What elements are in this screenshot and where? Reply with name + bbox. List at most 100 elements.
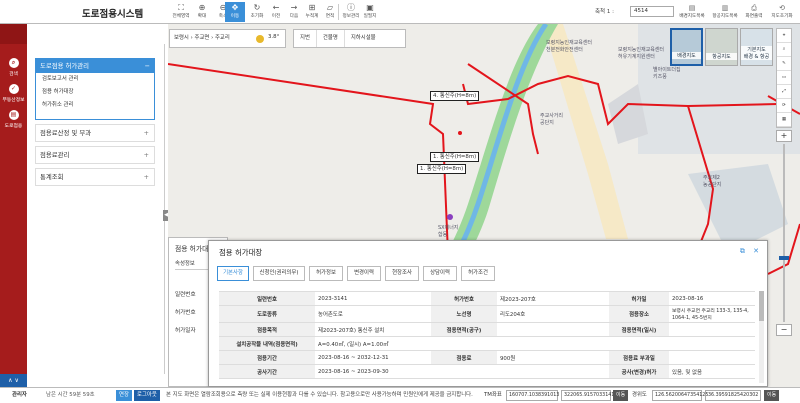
tm-move-button[interactable]: 이동 [613, 390, 629, 401]
rectangle-icon[interactable]: ▭ [777, 71, 791, 85]
map-reset-button[interactable]: ⟲ 지도초기화 [768, 3, 796, 21]
map-reset-icon: ⟲ [779, 4, 785, 12]
next-button[interactable]: → 다음 [284, 2, 304, 22]
app-title: 도로점용시스템 [82, 9, 144, 20]
tm-coordinate-label: TM좌표 [484, 392, 502, 398]
menu-section-fee-management[interactable]: 점용료관리 + [35, 146, 155, 164]
status-bar: 관리자 남은 시간 59분 59초 연장 로그아웃 본 지도 화면은 열람조회용… [0, 387, 800, 403]
aerial-map-list-button[interactable]: ▥ 항공지도목록 [710, 3, 740, 21]
table-row: 일련번호 2023-3141 허가번호 제2023-207호 허가일 2023-08-… [219, 291, 755, 306]
longitude-field[interactable]: 126.56200647354125 [652, 390, 708, 401]
rail-property-info[interactable]: ✓ 부동산정보 [0, 84, 27, 103]
parcel-button[interactable]: ▣ 일필지 [360, 2, 380, 22]
info-button[interactable]: ⓘ 정보관리 [341, 2, 361, 22]
tm-y-field[interactable]: 322065.9157033141 [561, 390, 614, 401]
menu-item-permit-cancel[interactable]: 허가취소 관리 [36, 99, 154, 112]
layer-tab-building[interactable]: 건물명 [317, 30, 345, 47]
full-extent-button[interactable]: ⛶ 전체영역 [171, 2, 191, 22]
search-icon: ⌕ [8, 58, 19, 68]
base-map-list-button[interactable]: ▤ 배경지도목록 [677, 3, 707, 21]
pan-button[interactable]: ✥ 이동 [225, 2, 245, 22]
tab-site-survey[interactable]: 현장조사 [385, 266, 419, 281]
prev-button[interactable]: ← 이전 [266, 2, 286, 22]
table-row: 설치공작물 내역(점용면적) A=0.40㎡, (일시) A=1.00㎡ [219, 336, 755, 351]
print-button[interactable]: ⎙ 화면출력 [743, 3, 765, 21]
permit-ledger-dialog: 점용 허가대장 ⧉ ✕ 기본사항 신청인(권리의무) 허가정보 변경이력 현장조… [208, 240, 768, 387]
menu-item-review-report[interactable]: 검토보고서 관리 [36, 73, 154, 86]
table-row: 도로종류 농어촌도로 노선명 리도204호 점용장소 보령시 주교면 주교리 133-… [219, 305, 755, 323]
tab-permit-info[interactable]: 허가정보 [309, 266, 343, 281]
reset-button[interactable]: ↻ 초기화 [247, 2, 267, 22]
expand-icon[interactable]: ⤢ [777, 85, 791, 99]
utility-pole-tag[interactable]: 1. 통신주(H=8m) [417, 164, 467, 174]
dialog-scrollbar[interactable] [759, 291, 764, 383]
side-menu: 도로점용 허가관리 − 검토보고서 관리 점용 허가대장 허가취소 관리 점용료산… [27, 44, 165, 374]
rail-header [0, 24, 27, 44]
map-poi-label: SX에너지 합동 [438, 225, 459, 238]
rail-scroll-arrows[interactable]: ∧ ∨ [0, 374, 27, 387]
latitude-field[interactable]: 36.39591825420302 [705, 390, 761, 401]
map-poi-label: 주교사거리 공단지 [540, 113, 564, 126]
menu-section-statistics[interactable]: 통계조회 + [35, 168, 155, 186]
utility-pole-tag[interactable]: 4. 통신주(H=8m) [430, 91, 480, 101]
map-poi-label: 보령지능인재교육센터 허유기계지원센터 [618, 47, 665, 60]
refresh-icon[interactable]: ⟳ [777, 99, 791, 113]
map-type-hybrid[interactable]: 기본지도 배경 & 항공 [740, 28, 773, 66]
logout-button[interactable]: 로그아웃 [134, 390, 160, 401]
pan-icon: ✥ [231, 3, 239, 12]
map-poi-label: 보령지능인재교육센터 천분전화안전센터 [546, 40, 593, 53]
zoom-slider-handle[interactable] [779, 256, 789, 260]
map-right-tools: ⌖ ⌕ ✎ ▭ ⤢ ⟳ ▦ [776, 28, 792, 128]
utility-pole-tag[interactable]: 1. 통신주(H=8m) [430, 152, 480, 162]
zoom-track[interactable] [783, 144, 785, 322]
top-bar: 도로점용시스템 ⛶ 전체영역 ⊕ 확대 ⊖ 축소 ✥ 이동 ↻ 초기화 ← 이전 → 다음 ⊞… [0, 0, 800, 24]
menu-section-header[interactable]: 도로점용 허가관리 − [36, 59, 154, 73]
zoom-minus-button[interactable]: − [776, 324, 792, 336]
close-icon[interactable]: ✕ [753, 247, 759, 255]
tab-permit-conditions[interactable]: 허가조건 [461, 266, 495, 281]
full-extent-icon: ⛶ [178, 3, 184, 12]
tm-x-field[interactable]: 160707.1038391013 [506, 390, 559, 401]
reset-icon: ↻ [253, 3, 261, 12]
expand-icon: + [143, 173, 149, 181]
layer-tab-underground[interactable]: 지하시설물 [345, 30, 382, 47]
menu-section-fee-calc[interactable]: 점용료산정 및 부과 + [35, 124, 155, 142]
ruler-icon: ⊞ [308, 3, 316, 12]
document-icon: ▤ [8, 110, 19, 120]
tab-applicant[interactable]: 신청인(권리의무) [253, 266, 305, 281]
scrollbar-thumb[interactable] [759, 291, 764, 321]
zoom-in-button[interactable]: ⊕ 확대 [192, 2, 212, 22]
menu-item-permit-ledger[interactable]: 점용 허가대장 [36, 86, 154, 99]
rail-search[interactable]: ⌕ 검색 [0, 58, 27, 77]
tab-basic[interactable]: 기본사항 [217, 266, 249, 281]
draw-icon[interactable]: ✎ [777, 57, 791, 71]
permit-detail-table: 일련번호 2023-3141 허가번호 제2023-207호 허가일 2023-08-… [219, 291, 755, 379]
locate-icon[interactable]: ⌖ [777, 29, 791, 43]
table-row: 점용기간 2023-08-16 ~ 2032-12-31 점용료 900원 점용료 … [219, 350, 755, 365]
map-type-aerial[interactable]: 항공지도 [705, 28, 738, 66]
user-role: 관리자 [12, 392, 27, 398]
map-type-switcher: 배경지도 항공지도 기본지도 배경 & 항공 [670, 28, 776, 68]
tab-change-history[interactable]: 변경이력 [347, 266, 381, 281]
scale-input[interactable]: 4514 [630, 6, 674, 17]
scale-label: 축척 1 : [595, 9, 614, 15]
zoom-control: + − [776, 130, 792, 342]
table-row: 공사기간 2023-08-16 ~ 2023-09-30 공사(변경)허가 있음, … [219, 364, 755, 379]
tab-consult-history[interactable]: 상담이력 [423, 266, 457, 281]
distance-button[interactable]: ⊞ 누적계 [302, 2, 322, 22]
layer-tab-parcel[interactable]: 지번 [294, 30, 317, 47]
map-type-background[interactable]: 배경지도 [670, 28, 703, 66]
print-icon: ⎙ [751, 4, 757, 12]
area-button[interactable]: ▱ 면적 [320, 2, 340, 22]
zoom-plus-button[interactable]: + [776, 130, 792, 142]
map-poi-label: 주호제2 농공단지 [703, 175, 722, 188]
extend-session-button[interactable]: 연장 [116, 390, 132, 401]
session-timer: 남은 시간 59분 59초 [46, 392, 95, 398]
left-rail: ⌕ 검색 ✓ 부동산정보 ▤ 도로점용 [0, 44, 27, 374]
restore-icon[interactable]: ⧉ [740, 247, 745, 255]
search-icon[interactable]: ⌕ [777, 43, 791, 57]
geo-move-button[interactable]: 이동 [764, 390, 780, 401]
grid-icon[interactable]: ▦ [777, 113, 791, 127]
weather-sun-icon [256, 35, 264, 43]
rail-road-occupancy[interactable]: ▤ 도로점용 [0, 110, 27, 129]
